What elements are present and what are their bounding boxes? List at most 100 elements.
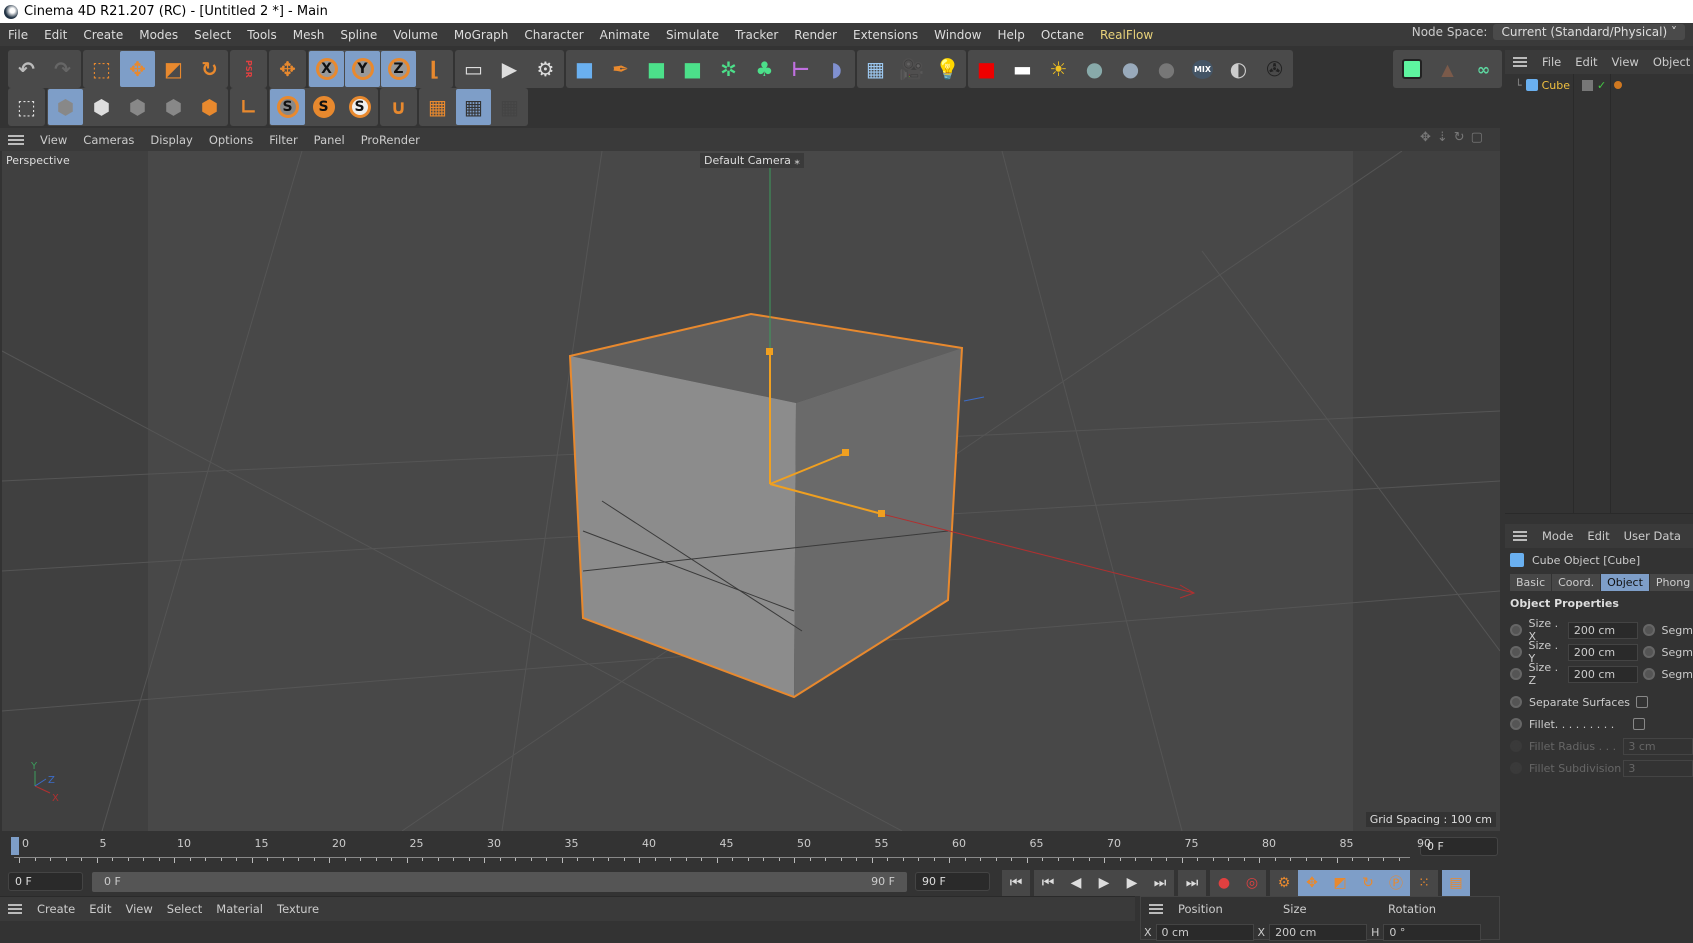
tab-phong[interactable]: Phong — [1649, 574, 1693, 591]
fillet-checkbox[interactable] — [1633, 718, 1645, 730]
polygon-mode-icon[interactable]: ⬢ — [192, 89, 227, 125]
edge-mode-icon[interactable]: ⬢ — [156, 89, 191, 125]
tab-coord[interactable]: Coord. — [1552, 574, 1601, 591]
octane-camera-icon[interactable]: ■ — [969, 51, 1004, 87]
object-name[interactable]: Cube — [1542, 79, 1570, 92]
object-row-cube[interactable]: └ Cube ✓ — [1505, 74, 1693, 96]
world-axis-icon[interactable]: ✥ — [270, 51, 305, 87]
size-field[interactable]: 200 cm — [1567, 665, 1639, 683]
go-to-end-icon[interactable]: ⏭ — [1178, 870, 1206, 896]
y-axis-icon[interactable]: Y — [345, 51, 380, 87]
camera-label[interactable]: Default Camera ⁎ — [700, 153, 804, 168]
menu-help[interactable]: Help — [990, 28, 1033, 42]
menu-edit[interactable]: Edit — [36, 28, 75, 42]
layout-icon[interactable] — [1394, 51, 1429, 87]
material-sphere-icon[interactable]: ● — [1077, 51, 1112, 87]
material-menu-edit[interactable]: Edit — [82, 902, 118, 916]
material-menu-material[interactable]: Material — [209, 902, 270, 916]
previous-frame-icon[interactable]: ◀ — [1062, 870, 1090, 896]
make-editable-icon[interactable]: ⬚ — [9, 89, 44, 125]
move-icon[interactable]: ✥ — [120, 51, 155, 87]
cube-icon[interactable]: ■ — [567, 51, 602, 87]
solo-single-icon[interactable]: S — [306, 89, 341, 125]
hamburger-icon[interactable] — [8, 904, 22, 914]
parameter-key-icon[interactable]: Ⓟ — [1382, 870, 1410, 896]
point-mode-icon[interactable]: ⬢ — [120, 89, 155, 125]
redo-icon[interactable]: ↷ — [45, 51, 80, 87]
model-mode-icon[interactable]: ⬢ — [48, 89, 83, 125]
menu-render[interactable]: Render — [786, 28, 845, 42]
octane-icon[interactable]: ✇ — [1257, 51, 1292, 87]
menu-create[interactable]: Create — [75, 28, 131, 42]
menu-extensions[interactable]: Extensions — [845, 28, 926, 42]
cloner-icon[interactable]: ✲ — [711, 51, 746, 87]
scale-icon[interactable]: ◩ — [156, 51, 191, 87]
coord-field[interactable]: 200 cm — [1269, 923, 1368, 941]
psr-icon[interactable]: PSR — [231, 51, 266, 87]
timeline-ruler[interactable]: 0 F 0 5 10 15 20 25 30 35 40 45 50 55 60 65 70 75 80 85 90 — [0, 831, 1500, 871]
start-frame-field[interactable]: 0 F — [8, 872, 83, 891]
viewport[interactable]: Y X Z Perspective Default Camera ⁎ Grid … — [2, 151, 1500, 831]
viewport-nav-icons[interactable]: ✥⇣↻▢ — [1420, 130, 1489, 145]
size-field[interactable]: 200 cm — [1567, 643, 1639, 661]
menu-select[interactable]: Select — [186, 28, 239, 42]
point-level-icon[interactable]: ⁙ — [1410, 870, 1438, 896]
hamburger-icon[interactable] — [1513, 531, 1527, 541]
animate-radio[interactable] — [1643, 624, 1655, 636]
end-frame-field[interactable]: 90 F — [915, 872, 990, 891]
viewport-menu-cameras[interactable]: Cameras — [75, 133, 142, 147]
tag-icon[interactable] — [1614, 81, 1623, 89]
attr-menu-edit[interactable]: Edit — [1580, 529, 1616, 543]
render-view-icon[interactable]: ▭ — [456, 51, 491, 87]
viewport-menu-view[interactable]: View — [32, 133, 75, 147]
coordinate-system-icon[interactable]: ⌊ — [417, 51, 452, 87]
live-selection-icon[interactable]: ⬚ — [84, 51, 119, 87]
viewport-menu-prorender[interactable]: ProRender — [353, 133, 428, 147]
previous-key-icon[interactable]: ⏮ — [1034, 870, 1062, 896]
glass-material-icon[interactable]: ● — [1149, 51, 1184, 87]
deformer-icon[interactable]: ⊢ — [783, 51, 818, 87]
texture-icon[interactable]: ◐ — [1221, 51, 1256, 87]
om-menu-view[interactable]: View — [1605, 55, 1646, 69]
coord-field[interactable]: 0 ° — [1383, 923, 1482, 941]
playhead[interactable] — [11, 837, 19, 855]
animate-radio[interactable] — [1643, 646, 1655, 658]
mograph-array-icon[interactable]: ♣ — [747, 51, 782, 87]
animate-radio[interactable] — [1510, 646, 1522, 658]
viewport-menu-filter[interactable]: Filter — [261, 133, 305, 147]
octane-arealight-icon[interactable]: ▬ — [1005, 51, 1040, 87]
next-frame-icon[interactable]: ▶ — [1118, 870, 1146, 896]
material-menu-create[interactable]: Create — [30, 902, 82, 916]
mix-material-icon[interactable]: MIX — [1185, 51, 1220, 87]
timeline-window-icon[interactable]: ▤ — [1442, 870, 1470, 896]
attr-menu-mode[interactable]: Mode — [1535, 529, 1580, 543]
animate-radio[interactable] — [1510, 696, 1522, 708]
om-menu-object[interactable]: Object — [1646, 55, 1693, 69]
menu-spline[interactable]: Spline — [332, 28, 385, 42]
extrude-icon[interactable]: ■ — [675, 51, 710, 87]
animate-radio[interactable] — [1510, 624, 1522, 636]
xref-icon[interactable]: ▲ — [1430, 51, 1465, 87]
play-icon[interactable]: ▶ — [1090, 870, 1118, 896]
go-to-start-icon[interactable]: ⏮ — [1002, 870, 1030, 896]
layer-icon[interactable] — [1582, 79, 1594, 91]
hamburger-icon[interactable] — [1513, 57, 1527, 67]
subdivision-icon[interactable]: ■ — [639, 51, 674, 87]
menu-realflow[interactable]: RealFlow — [1092, 28, 1161, 42]
material-menu-texture[interactable]: Texture — [270, 902, 326, 916]
animate-radio[interactable] — [1510, 668, 1522, 680]
animate-radio[interactable] — [1510, 718, 1522, 730]
menu-tools[interactable]: Tools — [239, 28, 285, 42]
camera-icon[interactable]: 🎥 — [894, 51, 929, 87]
viewport-menu-display[interactable]: Display — [142, 133, 200, 147]
solo-hierarchy-icon[interactable]: S — [342, 89, 377, 125]
animate-radio[interactable] — [1643, 668, 1655, 680]
snap-magnet-icon[interactable]: ∪ — [381, 89, 416, 125]
scale-key-icon[interactable]: ◩ — [1326, 870, 1354, 896]
menu-modes[interactable]: Modes — [131, 28, 186, 42]
position-key-icon[interactable]: ✥ — [1298, 870, 1326, 896]
locked-workplane-icon[interactable]: ▦ — [456, 89, 491, 125]
bend-icon[interactable]: ◗ — [819, 51, 854, 87]
z-axis-icon[interactable]: Z — [381, 51, 416, 87]
solo-off-icon[interactable]: S — [270, 89, 305, 125]
